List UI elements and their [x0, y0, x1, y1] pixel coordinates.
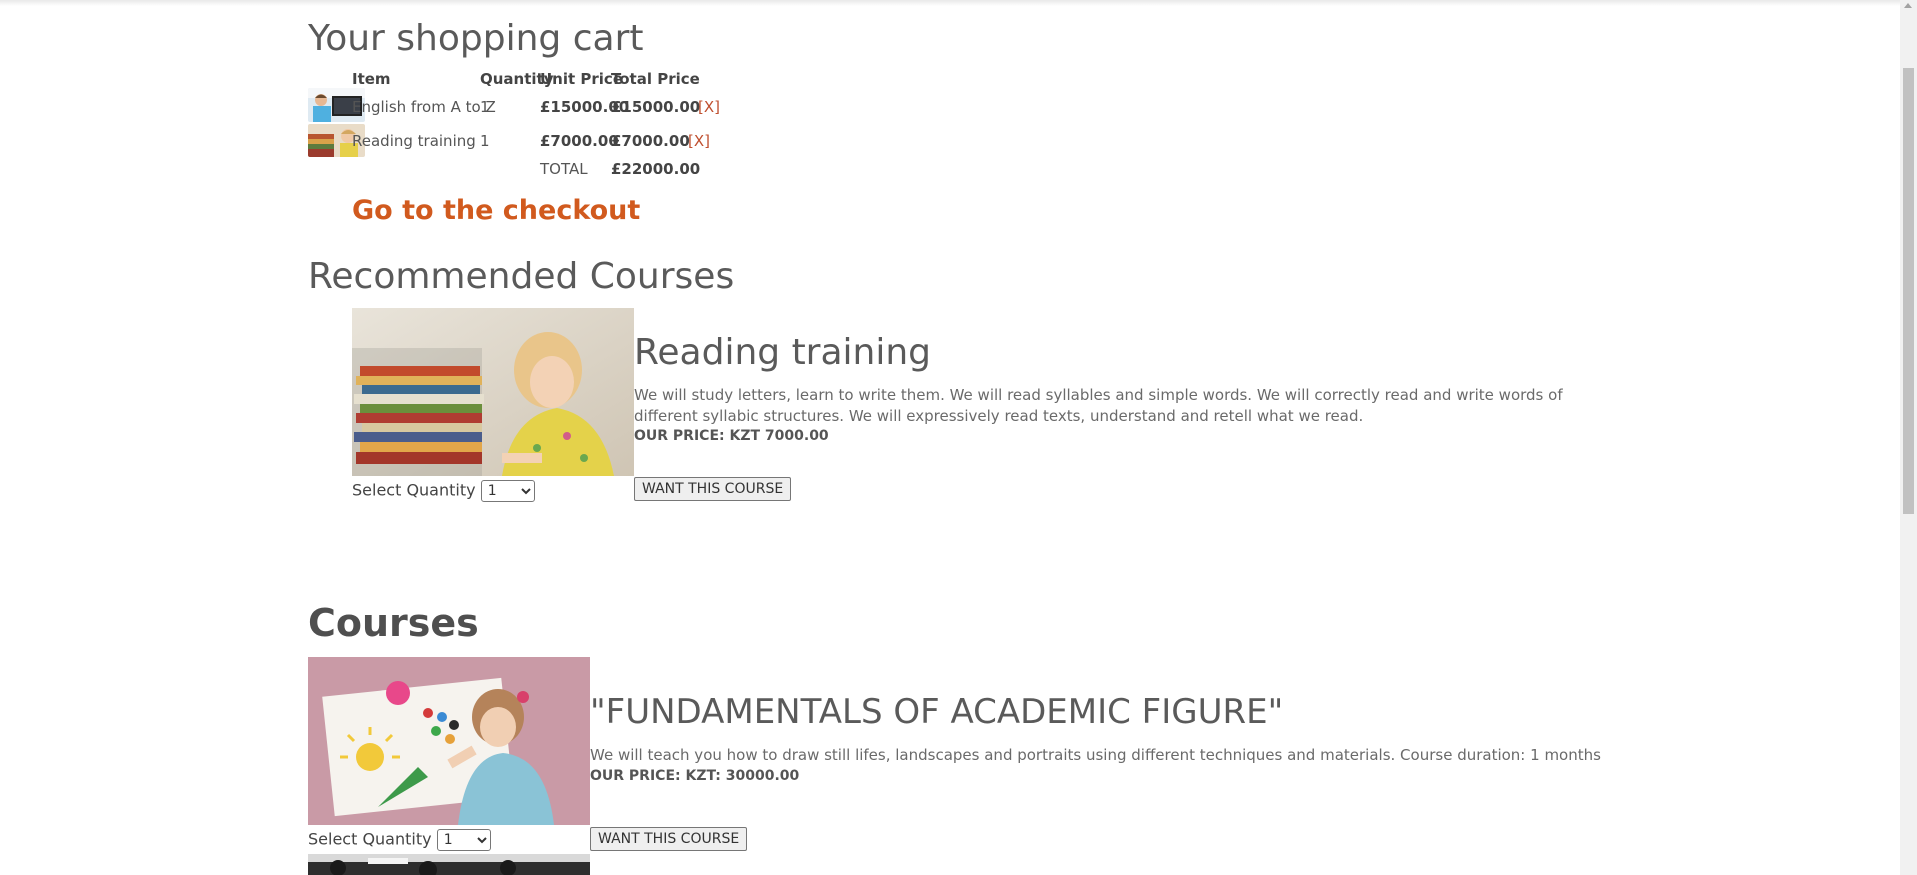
remove-item-button[interactable]: [X] — [698, 98, 720, 116]
want-this-course-button[interactable]: WANT THIS COURSE — [590, 827, 748, 851]
quantity-select[interactable]: 1 — [480, 480, 535, 502]
cart-row-item: Reading training — [352, 132, 476, 150]
course-description: We will teach you how to draw still life… — [590, 746, 1601, 764]
quantity-selector: Select Quantity 1 — [352, 480, 535, 502]
quantity-select[interactable]: 1 — [436, 829, 491, 851]
cart-row-total-price: £15000.00 — [611, 98, 701, 116]
checkout-link[interactable]: Go to the checkout — [352, 195, 640, 226]
reading-training-image — [352, 308, 634, 476]
cart-row-quantity: 1 — [480, 132, 490, 150]
cart-row-unit-price: £7000.00 — [540, 132, 619, 150]
want-this-course-button[interactable]: WANT THIS COURSE — [634, 477, 792, 501]
quantity-label: Select Quantity — [308, 829, 432, 849]
cart-row-item: English from A to Z — [352, 98, 496, 116]
recommended-course-price: OUR PRICE: KZT 7000.00 — [634, 428, 829, 444]
recommended-course-description: We will study letters, learn to write th… — [634, 386, 1563, 425]
header-item: Item — [352, 70, 391, 88]
cart-total-label: TOTAL — [540, 160, 588, 178]
recommended-title: Recommended Courses — [308, 256, 735, 297]
courses-title: Courses — [308, 601, 479, 645]
vertical-scrollbar[interactable] — [1900, 0, 1917, 875]
recommended-course-title: Reading training — [634, 332, 932, 373]
header-total-price: Total Price — [611, 70, 700, 88]
top-shadow — [0, 0, 1900, 6]
quantity-label: Select Quantity — [352, 480, 476, 500]
cart-row-quantity: 1 — [480, 98, 490, 116]
next-course-image — [308, 854, 590, 875]
cart-total-value: £22000.00 — [611, 160, 701, 178]
course-price: OUR PRICE: KZT: 30000.00 — [590, 768, 800, 784]
cart-row-total-price: £7000.00 — [611, 132, 690, 150]
cart-title: Your shopping cart — [308, 18, 644, 59]
course-title: "FUNDAMENTALS OF ACADEMIC FIGURE" — [590, 692, 1284, 732]
quantity-selector: Select Quantity 1 — [308, 829, 491, 851]
scrollbar-thumb[interactable] — [1903, 68, 1914, 514]
drawing-course-image — [308, 657, 590, 825]
remove-item-button[interactable]: [X] — [688, 132, 710, 150]
scroll-up-arrow-icon[interactable] — [1904, 3, 1912, 8]
